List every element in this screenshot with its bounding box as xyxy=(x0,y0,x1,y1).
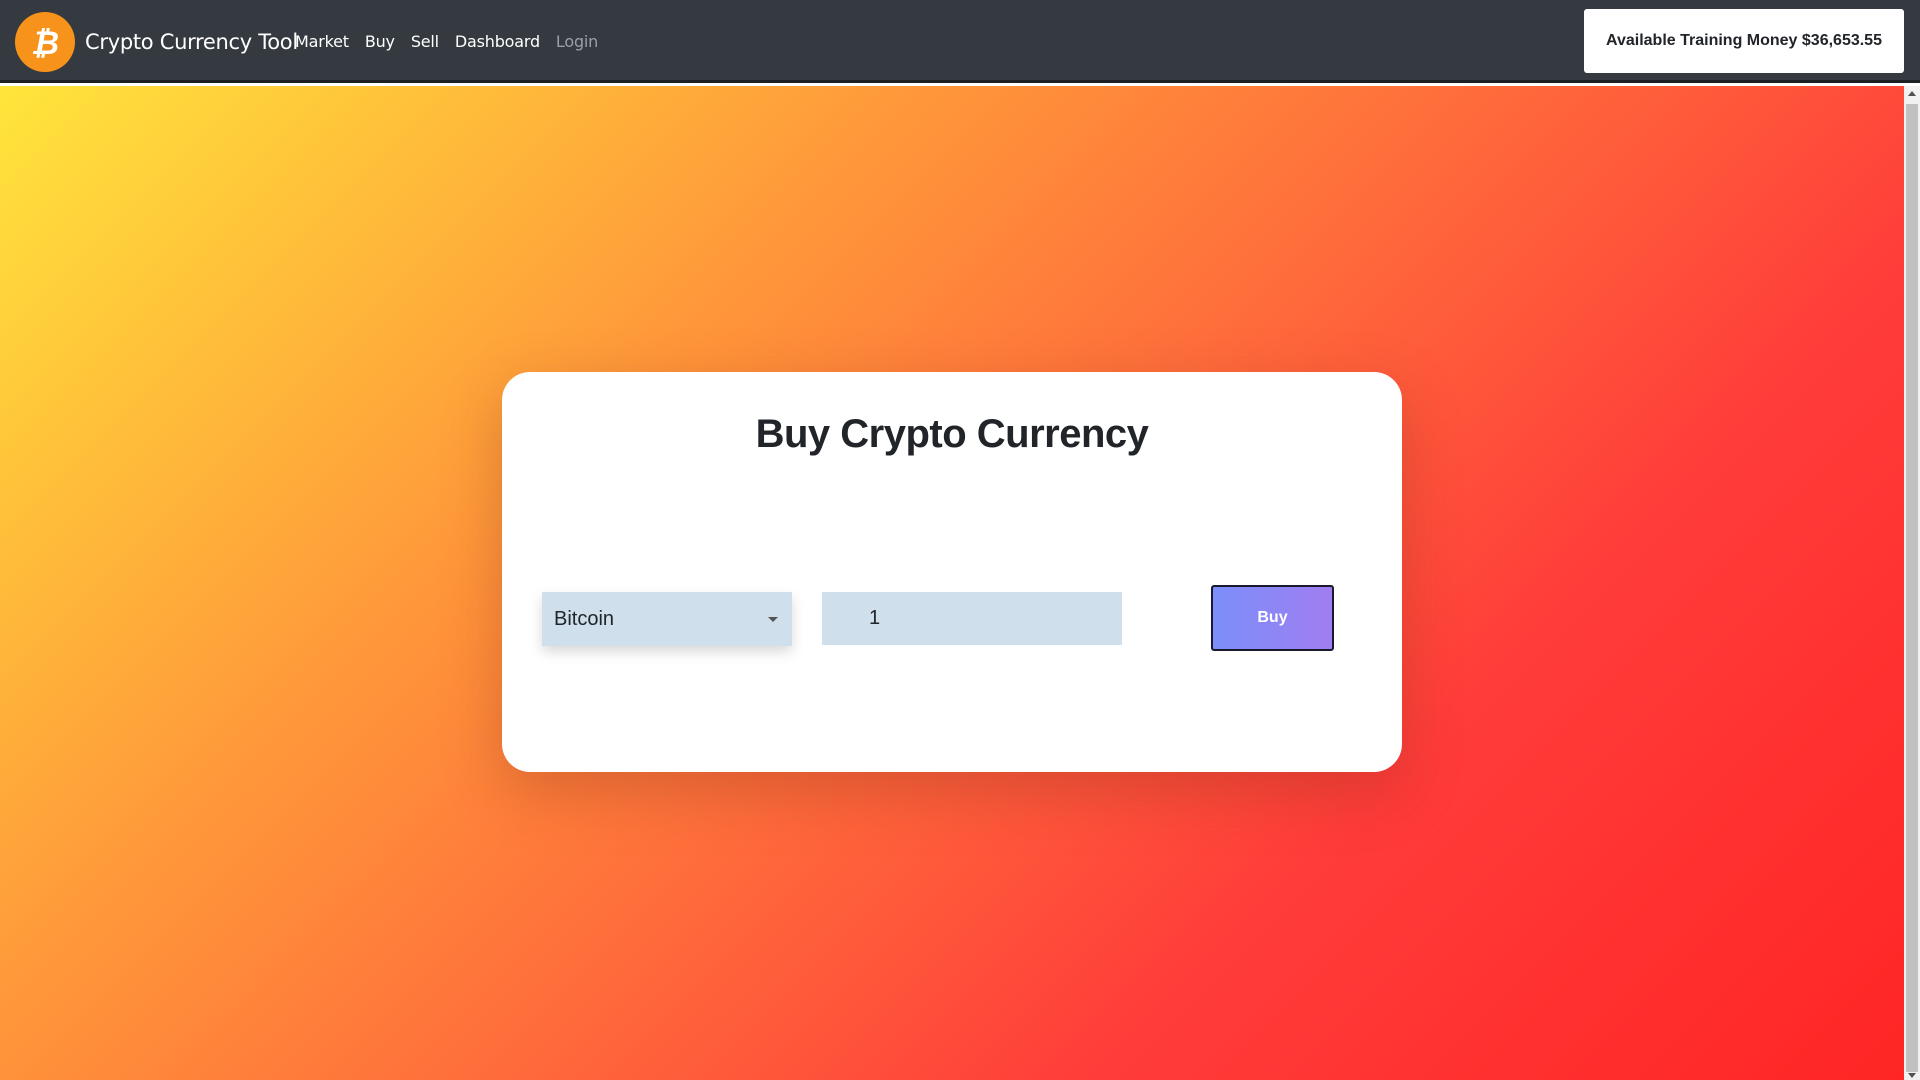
navbar: ₿ Crypto Currency Tool Market Buy Sell D… xyxy=(0,0,1920,83)
nav-dashboard-link[interactable]: Dashboard xyxy=(455,32,540,51)
svg-text:₿: ₿ xyxy=(31,24,59,61)
quantity-input[interactable] xyxy=(822,592,1122,645)
chevron-down-icon xyxy=(768,617,778,622)
currency-select-value: Bitcoin xyxy=(554,607,615,630)
scroll-down-icon[interactable] xyxy=(1908,1073,1916,1078)
currency-select[interactable]: Bitcoin xyxy=(542,592,792,646)
nav-buy-link[interactable]: Buy xyxy=(365,32,395,51)
nav-login-link[interactable]: Login xyxy=(556,32,598,51)
brand-title: Crypto Currency Tool xyxy=(85,30,298,54)
scroll-up-icon[interactable] xyxy=(1908,91,1916,96)
nav-market-link[interactable]: Market xyxy=(295,32,349,51)
vertical-scrollbar[interactable] xyxy=(1904,86,1920,1080)
bitcoin-icon: ₿ xyxy=(15,12,75,72)
scroll-thumb[interactable] xyxy=(1906,104,1918,1072)
brand[interactable]: ₿ Crypto Currency Tool xyxy=(15,12,298,72)
training-money-badge: Available Training Money $36,653.55 xyxy=(1584,9,1904,73)
buy-title: Buy Crypto Currency xyxy=(755,412,1149,456)
main-nav: Market Buy Sell Dashboard Login xyxy=(295,0,614,83)
nav-sell-link[interactable]: Sell xyxy=(411,32,439,51)
page-background: Buy Crypto Currency Bitcoin Buy xyxy=(0,86,1904,1080)
buy-button[interactable]: Buy xyxy=(1211,585,1334,651)
buy-card: Buy Crypto Currency Bitcoin Buy xyxy=(502,372,1402,772)
